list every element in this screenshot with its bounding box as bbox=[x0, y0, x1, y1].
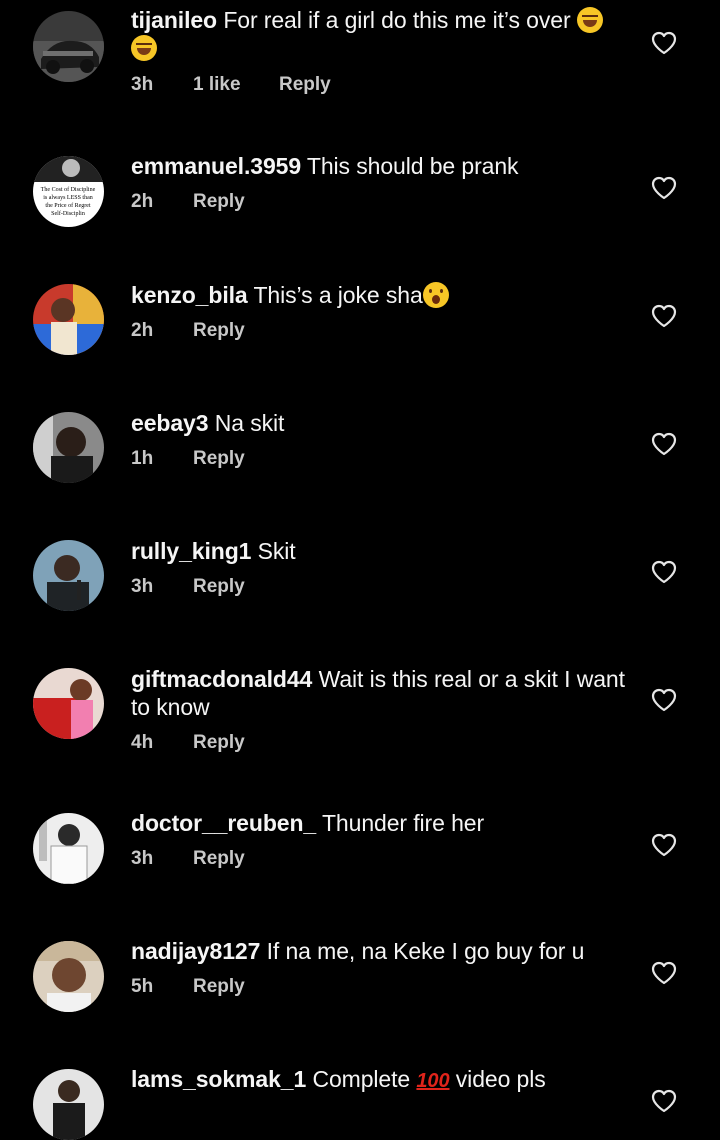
comment-username[interactable]: nadijay8127 bbox=[131, 938, 260, 964]
comment-username[interactable]: rully_king1 bbox=[131, 538, 251, 564]
heart-outline-icon[interactable] bbox=[651, 961, 677, 985]
heart-outline-icon[interactable] bbox=[651, 1089, 677, 1113]
reply-button[interactable]: Reply bbox=[193, 847, 245, 871]
comment-text: rully_king1 Skit bbox=[131, 538, 296, 564]
avatar[interactable] bbox=[33, 813, 104, 884]
heart-outline-icon[interactable] bbox=[651, 833, 677, 857]
comment-time: 2h bbox=[131, 191, 154, 212]
avatar[interactable]: The Cost of Discipline is always LESS th… bbox=[33, 156, 104, 227]
comment-username[interactable]: doctor__reuben_ bbox=[131, 810, 316, 836]
tears-of-joy-emoji-icon bbox=[131, 35, 157, 61]
avatar[interactable] bbox=[33, 540, 104, 611]
astonished-emoji-icon bbox=[422, 282, 449, 308]
avatar[interactable] bbox=[33, 1069, 104, 1140]
like-count[interactable]: 1 like bbox=[193, 73, 279, 97]
avatar-text: is always LESS than bbox=[43, 195, 93, 201]
comment-text: tijanileo For real if a girl do this me … bbox=[131, 6, 631, 62]
reply-button[interactable]: Reply bbox=[193, 447, 245, 471]
comment-text: eebay3 Na skit bbox=[131, 410, 285, 436]
reply-button[interactable]: Reply bbox=[193, 731, 245, 755]
comment-time: 1h bbox=[131, 448, 154, 469]
tears-of-joy-emoji-icon bbox=[576, 7, 603, 33]
comment-time: 4h bbox=[131, 732, 154, 753]
comment-text: emmanuel.3959 This should be prank bbox=[131, 153, 519, 179]
avatar[interactable] bbox=[33, 668, 104, 739]
avatar-text: the Price of Regret bbox=[45, 202, 90, 209]
heart-outline-icon[interactable] bbox=[651, 688, 677, 712]
avatar-text: Self-Disciplin bbox=[51, 210, 85, 217]
comment-time: 2h bbox=[131, 320, 154, 341]
comment-time: 3h bbox=[131, 576, 154, 597]
comment-text: kenzo_bila This’s a joke sha bbox=[131, 281, 631, 309]
heart-outline-icon[interactable] bbox=[651, 560, 677, 584]
reply-button[interactable]: Reply bbox=[193, 975, 245, 999]
comment-text: lams_sokmak_1 Complete 100 video pls bbox=[131, 1066, 546, 1092]
comment-username[interactable]: eebay3 bbox=[131, 410, 209, 436]
comment-time: 5h bbox=[131, 976, 154, 997]
reply-button[interactable]: Reply bbox=[193, 575, 245, 599]
heart-outline-icon[interactable] bbox=[651, 304, 677, 328]
comment-username[interactable]: giftmacdonald44 bbox=[131, 666, 312, 692]
comment-username[interactable]: kenzo_bila bbox=[131, 282, 248, 308]
comment-username[interactable]: emmanuel.3959 bbox=[131, 153, 301, 179]
avatar[interactable] bbox=[33, 941, 104, 1012]
reply-button[interactable]: Reply bbox=[279, 73, 331, 97]
comment-username[interactable]: tijanileo bbox=[131, 7, 217, 33]
heart-outline-icon[interactable] bbox=[651, 176, 677, 200]
reply-button[interactable]: Reply bbox=[193, 190, 245, 214]
comment-username[interactable]: lams_sokmak_1 bbox=[131, 1066, 306, 1092]
avatar-text: The Cost of Discipline bbox=[41, 186, 96, 193]
comment-text: doctor__reuben_ Thunder fire her bbox=[131, 810, 485, 836]
hundred-points-emoji-icon: 100 bbox=[416, 1070, 450, 1092]
heart-outline-icon[interactable] bbox=[651, 432, 677, 456]
avatar[interactable] bbox=[33, 412, 104, 483]
heart-outline-icon[interactable] bbox=[651, 31, 677, 55]
reply-button[interactable]: Reply bbox=[193, 319, 245, 343]
comment-text: nadijay8127 If na me, na Keke I go buy f… bbox=[131, 938, 585, 964]
comment-text: giftmacdonald44 Wait is this real or a s… bbox=[131, 666, 625, 720]
comment-time: 3h bbox=[131, 848, 154, 869]
avatar[interactable] bbox=[33, 284, 104, 355]
comment-time: 3h bbox=[131, 74, 154, 95]
avatar[interactable] bbox=[33, 11, 104, 82]
